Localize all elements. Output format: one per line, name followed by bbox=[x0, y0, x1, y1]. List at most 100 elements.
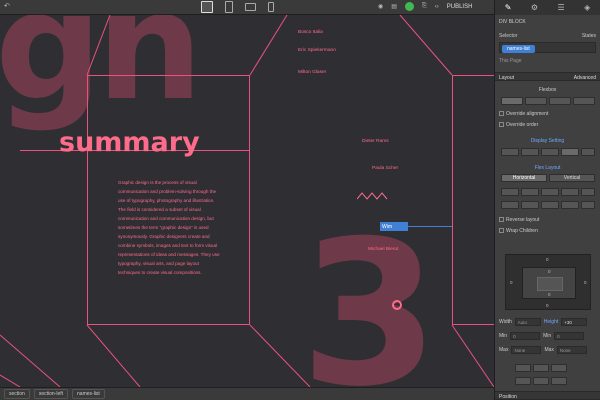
display-block-button[interactable] bbox=[501, 97, 523, 105]
justify-start-button[interactable] bbox=[501, 201, 519, 209]
publish-button[interactable]: PUBLISH bbox=[447, 4, 473, 10]
desktop-view-icon[interactable] bbox=[201, 1, 213, 13]
content-frame-right[interactable] bbox=[452, 75, 494, 325]
margin-bottom-value[interactable]: 0 bbox=[546, 303, 549, 308]
save-status-icon[interactable] bbox=[404, 2, 414, 11]
selected-element-label[interactable]: Wim bbox=[380, 222, 408, 231]
selector-label: Selector bbox=[499, 33, 518, 39]
breadcrumb-item[interactable]: section bbox=[4, 389, 30, 399]
justify-center-button[interactable] bbox=[521, 201, 539, 209]
list-icon[interactable]: ☰ bbox=[557, 3, 564, 12]
padding-bottom-value[interactable]: 0 bbox=[548, 292, 551, 297]
designer-name[interactable]: Paula Scher bbox=[372, 166, 398, 171]
align-end-button[interactable] bbox=[541, 188, 559, 196]
max-height-label: Max bbox=[544, 347, 554, 353]
float-right-button[interactable] bbox=[551, 364, 567, 372]
margin-left-value[interactable]: 0 bbox=[510, 280, 513, 285]
justify-around-button[interactable] bbox=[581, 201, 595, 209]
code-brackets-icon[interactable]: ‹› bbox=[435, 4, 439, 10]
designer-name[interactable]: Bosco Italia bbox=[298, 30, 323, 35]
designer-name[interactable]: Dieter Rams bbox=[362, 139, 389, 144]
override-order-label: Override order bbox=[506, 122, 539, 128]
export-code-icon[interactable]: ⎘ bbox=[422, 3, 427, 10]
max-size-row: Max None Max None bbox=[499, 346, 596, 354]
override-order-row[interactable]: Override order bbox=[499, 122, 596, 128]
selector-row: Selector States bbox=[499, 33, 596, 39]
display-option-5[interactable] bbox=[581, 148, 595, 156]
override-order-checkbox[interactable] bbox=[499, 122, 504, 128]
undo-icon[interactable]: ↶ bbox=[4, 2, 10, 10]
position-section-header[interactable]: Position bbox=[495, 391, 600, 400]
max-height-input[interactable]: None bbox=[556, 346, 587, 354]
clear-right-button[interactable] bbox=[551, 377, 567, 385]
selector-field[interactable]: names-list bbox=[499, 42, 596, 53]
brush-icon[interactable]: ✎ bbox=[505, 3, 512, 12]
max-width-label: Max bbox=[499, 347, 509, 353]
advanced-toggle[interactable]: Advanced bbox=[574, 75, 596, 81]
states-dropdown[interactable]: States bbox=[582, 33, 596, 39]
align-start-button[interactable] bbox=[501, 188, 519, 196]
justify-between-button[interactable] bbox=[561, 201, 579, 209]
padding-box[interactable]: 0 0 bbox=[522, 267, 576, 299]
phone-landscape-view-icon[interactable] bbox=[245, 3, 256, 11]
element-title: DIV BLOCK bbox=[499, 19, 526, 25]
display-option-1[interactable] bbox=[501, 148, 519, 156]
gear-icon[interactable]: ⚙ bbox=[531, 3, 538, 12]
override-alignment-row[interactable]: Override alignment bbox=[499, 111, 596, 117]
vertical-button[interactable]: Vertical bbox=[549, 174, 595, 182]
wrap-children-label: Wrap Children bbox=[506, 228, 538, 234]
breadcrumb-item[interactable]: names-list bbox=[72, 389, 105, 399]
override-alignment-checkbox[interactable] bbox=[499, 111, 504, 117]
phone-view-icon[interactable] bbox=[268, 2, 274, 12]
width-input[interactable]: Auto bbox=[514, 318, 541, 326]
clear-both-button[interactable] bbox=[533, 377, 549, 385]
align-baseline-button[interactable] bbox=[581, 188, 595, 196]
style-panel: ✎ ⚙ ☰ ◈ DIV BLOCK Selector States names-… bbox=[494, 0, 600, 400]
display-option-2[interactable] bbox=[521, 148, 539, 156]
wrap-children-checkbox[interactable] bbox=[499, 228, 504, 234]
min-height-input[interactable]: 0 bbox=[554, 332, 585, 340]
align-center-button[interactable] bbox=[521, 188, 539, 196]
class-pill[interactable]: names-list bbox=[502, 45, 535, 53]
display-option-3[interactable] bbox=[541, 148, 559, 156]
max-width-input[interactable]: None bbox=[511, 346, 542, 354]
float-left-button[interactable] bbox=[515, 364, 531, 372]
summary-heading[interactable]: summary bbox=[59, 127, 200, 158]
height-input[interactable]: +30 bbox=[561, 318, 588, 326]
reverse-layout-checkbox[interactable] bbox=[499, 217, 504, 223]
display-option-4[interactable] bbox=[561, 148, 579, 156]
height-label: Height bbox=[543, 319, 559, 325]
min-size-row: Min 0 Min 0 bbox=[499, 332, 596, 340]
margin-top-value[interactable]: 0 bbox=[546, 257, 549, 262]
display-flex-button[interactable] bbox=[525, 97, 547, 105]
layout-section-header[interactable]: Layout Advanced bbox=[495, 72, 600, 81]
horizontal-button[interactable]: Horizontal bbox=[501, 174, 547, 182]
min-width-label: Min bbox=[499, 333, 508, 339]
display-inline-button[interactable] bbox=[549, 97, 571, 105]
drop-icon[interactable]: ◈ bbox=[584, 3, 590, 12]
margin-right-value[interactable]: 0 bbox=[584, 280, 587, 285]
topbar-actions: ◉ ▤ ⎘ ‹› PUBLISH bbox=[378, 2, 472, 11]
padding-top-value[interactable]: 0 bbox=[548, 269, 551, 274]
breadcrumb-item[interactable]: section-left bbox=[33, 389, 69, 399]
override-alignment-label: Override alignment bbox=[506, 111, 549, 117]
designer-name[interactable]: Michael Bierut bbox=[368, 247, 398, 252]
preview-eye-icon[interactable]: ◉ bbox=[378, 3, 383, 10]
float-none-button[interactable] bbox=[533, 364, 549, 372]
pages-icon[interactable]: ▤ bbox=[391, 3, 397, 10]
reverse-layout-row[interactable]: Reverse layout bbox=[499, 217, 596, 223]
wrap-children-row[interactable]: Wrap Children bbox=[499, 228, 596, 234]
summary-paragraph[interactable]: Graphic design is the process of visual … bbox=[118, 178, 220, 277]
clear-left-button[interactable] bbox=[515, 377, 531, 385]
min-width-input[interactable]: 0 bbox=[510, 332, 541, 340]
box-model-editor[interactable]: 0 0 0 0 0 0 bbox=[505, 254, 591, 310]
tablet-view-icon[interactable] bbox=[225, 1, 233, 13]
design-canvas[interactable]: gn 3 summary Graphic design is the proce… bbox=[0, 15, 494, 387]
display-none-button[interactable] bbox=[573, 97, 595, 105]
justify-end-button[interactable] bbox=[541, 201, 559, 209]
selection-connector bbox=[408, 226, 452, 227]
designer-name[interactable]: Eric Spiekermann bbox=[298, 48, 336, 53]
element-breadcrumb: section section-left names-list bbox=[0, 387, 494, 400]
designer-name[interactable]: Milton Glaser bbox=[298, 70, 326, 75]
align-stretch-button[interactable] bbox=[561, 188, 579, 196]
